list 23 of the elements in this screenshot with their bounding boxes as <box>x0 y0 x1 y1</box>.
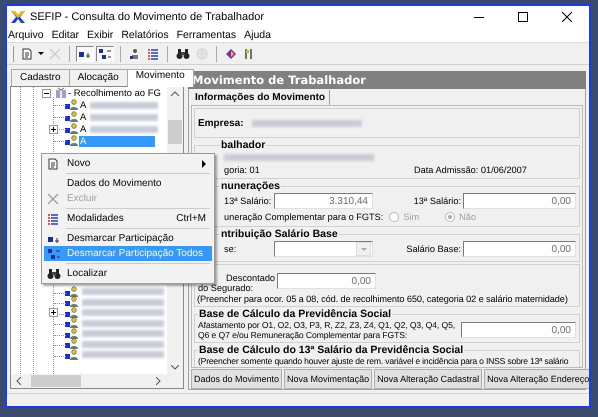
field-label: Descontado <box>226 273 276 283</box>
group-title: ntribuição Salário Base <box>220 229 339 240</box>
field-label: 13ª Salário: <box>224 196 272 206</box>
panel-header: Movimento de Trabalhador <box>188 71 586 89</box>
radio-label: Sim <box>403 212 420 222</box>
field-label: Empresa: <box>198 118 244 128</box>
note-text: (Preencher para ocor. 05 a 08, cód. de recolhimento 650, categoria 02 e salário maternidade) <box>197 294 569 304</box>
shortcut-label: Ctrl+M <box>176 213 206 224</box>
field-label: Salário Base: <box>406 244 461 254</box>
window-title: SEFIP - Consulta do Movimento de Trabalhador <box>30 11 265 23</box>
group-title: nunerações <box>220 181 281 192</box>
radio-label: Não <box>459 212 476 222</box>
note-text: Afastamento por O1, O2, O3, P3, R, Z2, Z3, Z4, Q1, Q2, Q3, Q4, Q5, Q6 e Q7 e/ou Remuneração Complementar para FGTS: <box>198 320 456 340</box>
field-label: Data Admissão: 01/06/2007 <box>414 164 527 174</box>
field-label: do Segurado: <box>198 283 254 293</box>
note-text: (Preencher somente quando houver ajuste de rem. variável e incidência para o INSS sobre 13ª salário <box>198 356 570 366</box>
field-label: uneração Complementar para o FGTS: <box>224 212 384 222</box>
group-title: Base de Cálculo da Previdência Social <box>198 309 392 320</box>
group-title: balhador <box>220 140 266 151</box>
group-title: Base de Cálculo do 13ª Salário da Previdência Social <box>198 345 464 356</box>
field-label: 13ª Salário: <box>414 196 461 206</box>
field-label: se: <box>224 244 238 254</box>
field-label: goria: 01 <box>224 164 261 174</box>
